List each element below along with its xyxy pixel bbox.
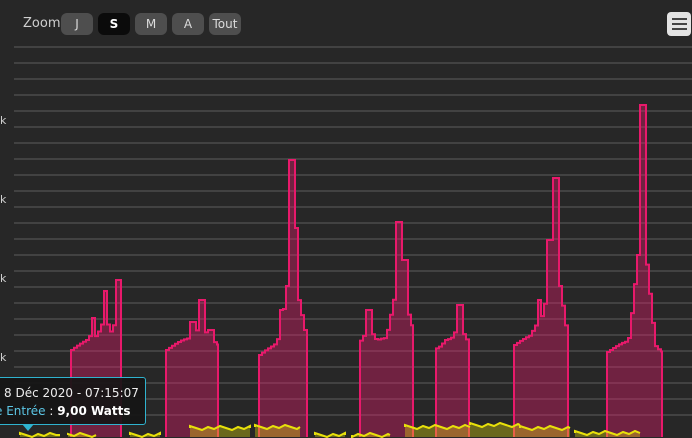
tooltip-series-name: e Entrée xyxy=(0,404,46,418)
tooltip-separator: : xyxy=(45,404,58,418)
power-chart[interactable] xyxy=(0,0,692,438)
tooltip-date: 8 Déc 2020 - 07:15:07 xyxy=(4,386,139,400)
tooltip-value: 9,00 Watts xyxy=(57,404,131,418)
tooltip-line: e Entrée : 9,00 Watts xyxy=(0,404,131,418)
chart-tooltip: 8 Déc 2020 - 07:15:07 e Entrée : 9,00 Wa… xyxy=(0,377,146,425)
tooltip-pointer-icon xyxy=(22,424,34,431)
